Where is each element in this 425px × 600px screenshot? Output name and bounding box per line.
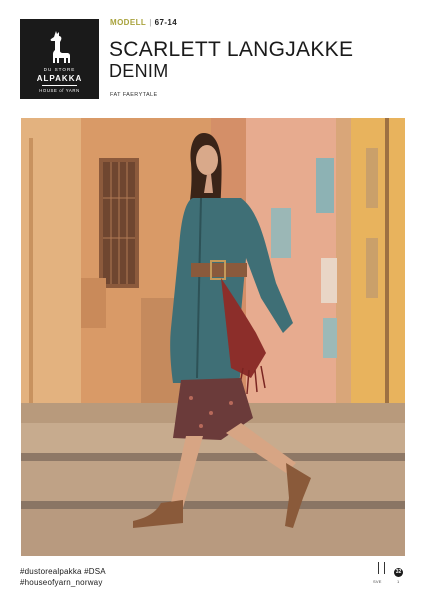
page-title: SCARLETT LANGJAKKE xyxy=(109,38,354,61)
model-street-illustration xyxy=(21,118,405,556)
model-label: MODELL xyxy=(110,18,147,27)
hashtag-line-2: #houseofyarn_norway xyxy=(20,578,103,587)
page-badge: 32 xyxy=(394,568,403,577)
brand-logo: DU STORE ALPAKKA HOUSE of YARN xyxy=(20,19,99,99)
logo-sub-text: HOUSE of YARN xyxy=(39,88,80,93)
alpaca-icon xyxy=(50,31,70,63)
divider-bar-1 xyxy=(378,562,379,574)
logo-main-text: ALPAKKA xyxy=(36,74,83,83)
hashtags: #dustorealpakka #DSA #houseofyarn_norway xyxy=(20,566,106,588)
model-separator: | xyxy=(149,18,152,27)
model-line: MODELL | 67-14 xyxy=(110,18,177,27)
hashtag-line-1: #dustorealpakka #DSA xyxy=(20,567,106,576)
logo-divider xyxy=(42,85,77,86)
page-indicator: 32 SVE 1 xyxy=(372,562,408,592)
page-number: 1 xyxy=(397,579,400,584)
page-subtitle: DENIM xyxy=(109,61,169,81)
divider-bar-2 xyxy=(384,562,385,574)
yarn-name: FAT FAERYTALE xyxy=(110,92,158,98)
language-code: SVE xyxy=(373,579,382,584)
logo-top-text: DU STORE xyxy=(43,67,76,72)
model-number: 67-14 xyxy=(154,18,178,27)
hero-photo xyxy=(21,118,405,556)
